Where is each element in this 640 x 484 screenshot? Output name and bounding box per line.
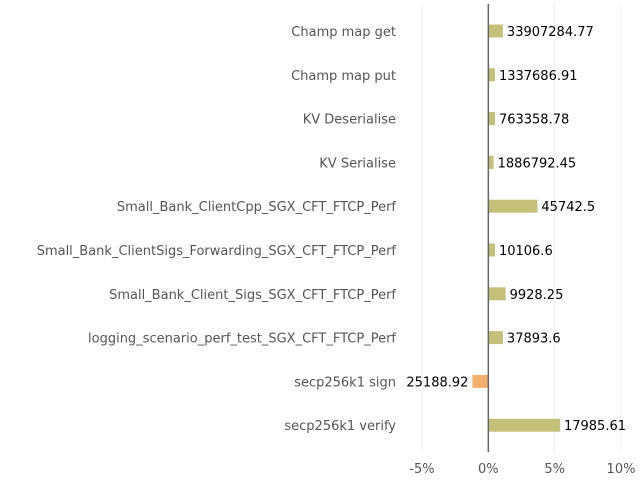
value-label-4: 45742.5 <box>541 200 595 215</box>
bar-3 <box>488 155 494 169</box>
value-label-8: 25188.92 <box>406 375 468 390</box>
category-label-5: Small_Bank_ClientSigs_Forwarding_SGX_CFT… <box>37 244 397 259</box>
category-label-2: KV Deserialise <box>303 113 396 128</box>
value-label-2: 763358.78 <box>499 113 569 128</box>
bar-5 <box>488 243 495 257</box>
category-label-7: logging_scenario_perf_test_SGX_CFT_FTCP_… <box>88 332 396 347</box>
category-label-4: Small_Bank_ClientCpp_SGX_CFT_FTCP_Perf <box>117 200 397 215</box>
bar-9 <box>488 418 560 432</box>
value-label-6: 9928.25 <box>510 288 564 303</box>
bar-6 <box>488 287 506 301</box>
value-label-0: 33907284.77 <box>507 25 594 40</box>
category-label-3: KV Serialise <box>319 156 396 171</box>
x-tick-label-0: -5% <box>409 462 434 477</box>
value-label-7: 37893.6 <box>507 332 561 347</box>
value-label-9: 17985.61 <box>564 419 626 434</box>
bar-chart: Champ map get 33907284.77 Champ map put 133… <box>37 4 636 477</box>
category-label-1: Champ map put <box>291 69 396 84</box>
value-label-3: 1886792.45 <box>498 156 577 171</box>
bar-1 <box>488 68 495 82</box>
value-label-5: 10106.6 <box>499 244 553 259</box>
bar-0 <box>488 24 503 38</box>
category-label-8: secp256k1 sign <box>294 375 396 390</box>
category-label-9: secp256k1 verify <box>284 419 396 434</box>
chart-container: Champ map get 33907284.77 Champ map put 133… <box>0 0 640 480</box>
bar-4 <box>488 199 538 213</box>
category-label-6: Small_Bank_Client_Sigs_SGX_CFT_FTCP_Perf <box>109 288 396 303</box>
bar-7 <box>488 331 503 345</box>
bar-2 <box>488 112 495 126</box>
value-label-1: 1337686.91 <box>499 69 578 84</box>
bar-8 <box>472 374 489 388</box>
category-label-0: Champ map get <box>291 25 396 40</box>
x-tick-label-3: 10% <box>607 462 636 477</box>
x-tick-label-1: 0% <box>478 462 499 477</box>
x-tick-label-2: 5% <box>544 462 565 477</box>
